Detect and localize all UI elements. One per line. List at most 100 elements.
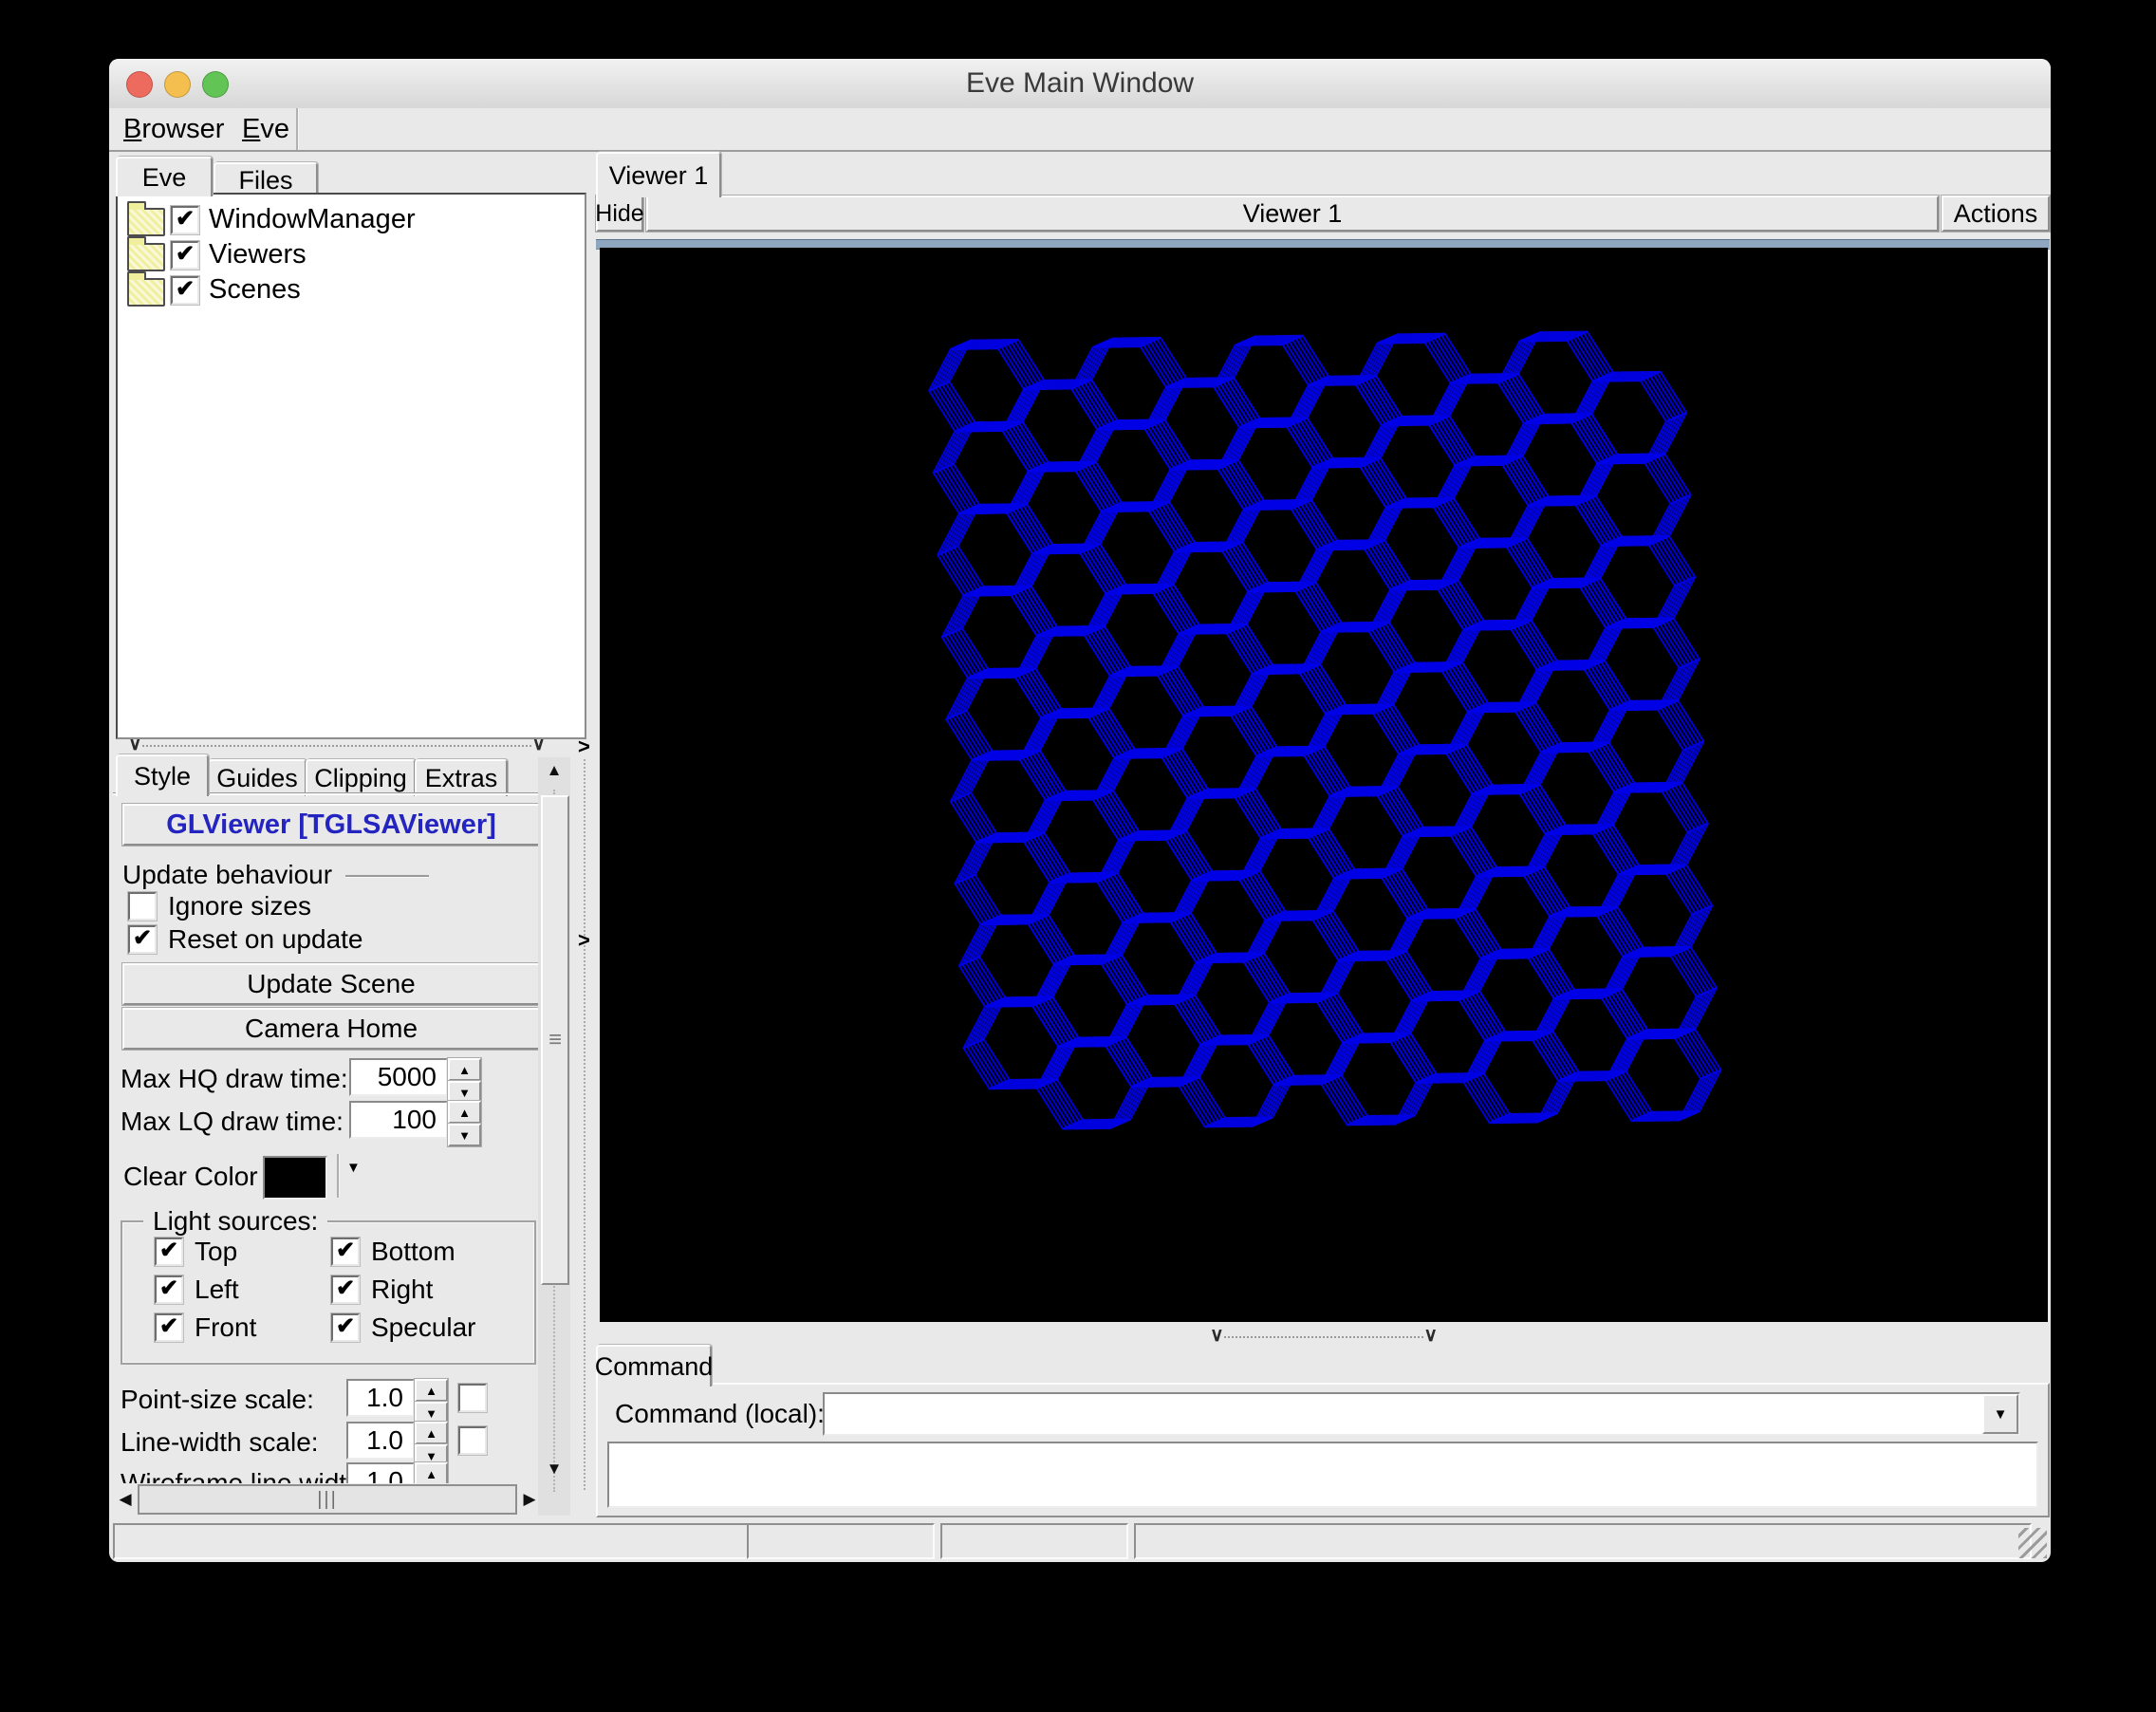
- viewer-horizontal-splitter[interactable]: ∨ ∨: [1210, 1325, 1438, 1346]
- command-output[interactable]: [607, 1442, 2038, 1508]
- tab-eve[interactable]: Eve: [116, 157, 213, 196]
- eve-main-window: Eve Main Window Browser Eve Eve Files ✔ …: [109, 59, 2051, 1562]
- clear-color-swatch[interactable]: [263, 1156, 327, 1200]
- spin-up-button[interactable]: ▲: [448, 1101, 481, 1124]
- tab-style[interactable]: Style: [116, 754, 209, 796]
- update-scene-button[interactable]: Update Scene: [122, 963, 540, 1005]
- tab-clipping-label: Clipping: [314, 764, 407, 792]
- tab-extras[interactable]: Extras: [415, 759, 508, 796]
- resize-grip[interactable]: [2018, 1528, 2047, 1558]
- tree-item-label: Viewers: [209, 239, 307, 270]
- point-size-input[interactable]: 1.0: [346, 1379, 415, 1417]
- line-width-input[interactable]: 1.0: [346, 1422, 415, 1460]
- spin-up-button[interactable]: ▲: [448, 1058, 481, 1081]
- max-hq-spinner: ▲ ▼: [448, 1058, 481, 1104]
- tab-command[interactable]: Command: [594, 1345, 714, 1386]
- light-right-checkbox[interactable]: ✔: [331, 1275, 360, 1304]
- light-front-checkbox[interactable]: ✔: [155, 1313, 183, 1342]
- vscroll-thumb[interactable]: ≡: [541, 795, 569, 1285]
- menu-browser[interactable]: Browser: [123, 108, 224, 150]
- command-local-label: Command (local):: [615, 1399, 825, 1428]
- light-bottom-checkbox[interactable]: ✔: [331, 1237, 360, 1266]
- glviewer-link-button[interactable]: GLViewer [TGLSAViewer]: [122, 804, 540, 846]
- line-width-checkbox[interactable]: [458, 1426, 487, 1455]
- tab-viewer1[interactable]: Viewer 1: [596, 152, 721, 197]
- max-lq-input[interactable]: 100: [349, 1101, 448, 1139]
- scroll-left-icon[interactable]: ◀: [113, 1490, 138, 1509]
- splitter-dots: [141, 745, 532, 754]
- tab-clipping[interactable]: Clipping: [306, 759, 416, 796]
- scroll-down-icon[interactable]: ▼: [538, 1460, 570, 1479]
- spin-up-button[interactable]: ▲: [415, 1422, 448, 1444]
- max-hq-label: Max HQ draw time:: [121, 1064, 348, 1093]
- spin-up-button[interactable]: ▲: [415, 1379, 448, 1402]
- point-size-checkbox[interactable]: [458, 1384, 487, 1412]
- hide-button[interactable]: Hide: [595, 195, 644, 232]
- light-sources-group: Light sources: ✔ Top ✔ Bottom ✔ Left ✔ R…: [121, 1206, 536, 1365]
- status-segment: [747, 1523, 935, 1559]
- tab-extras-label: Extras: [424, 764, 498, 792]
- style-panel-hscrollbar[interactable]: ◀ ||| ▶: [113, 1483, 542, 1516]
- ignore-sizes-checkbox[interactable]: [128, 892, 157, 921]
- hscroll-thumb[interactable]: |||: [138, 1484, 517, 1515]
- viewer-toolbar: Hide Viewer 1 Actions: [595, 195, 2050, 235]
- light-top-checkbox[interactable]: ✔: [155, 1237, 183, 1266]
- light-right-label: Right: [371, 1275, 434, 1304]
- reset-on-update-label: Reset on update: [168, 924, 363, 954]
- tree-checkbox[interactable]: ✔: [171, 276, 199, 305]
- point-size-label: Point-size scale:: [121, 1385, 314, 1414]
- status-segment: [940, 1523, 1128, 1559]
- combo-dropdown-button[interactable]: ▼: [1982, 1394, 2018, 1434]
- tree-item-label: Scenes: [209, 274, 301, 305]
- eve-tree-list[interactable]: ✔ WindowManager ✔ Viewers ✔ Scenes: [116, 193, 586, 739]
- tab-style-label: Style: [133, 761, 192, 791]
- light-specular-checkbox[interactable]: ✔: [331, 1313, 360, 1342]
- light-top-label: Top: [195, 1237, 238, 1266]
- tab-command-label: Command: [594, 1351, 714, 1381]
- tree-checkbox[interactable]: ✔: [171, 206, 199, 234]
- actions-button[interactable]: Actions: [1942, 195, 2050, 232]
- light-left-label: Left: [195, 1275, 239, 1304]
- spin-up-button[interactable]: ▲: [415, 1462, 448, 1485]
- tree-row-windowmanager[interactable]: ✔ WindowManager: [118, 201, 585, 236]
- chevron-down-icon: ∨: [1423, 1325, 1438, 1346]
- main-vertical-splitter[interactable]: > >: [576, 735, 593, 1516]
- light-left-checkbox[interactable]: ✔: [155, 1275, 183, 1304]
- light-specular-label: Specular: [371, 1312, 476, 1342]
- tab-files-label: Files: [238, 165, 293, 195]
- tree-item-label: WindowManager: [209, 204, 416, 234]
- style-panel-vscrollbar[interactable]: ▲ ≡ ▼: [538, 757, 570, 1516]
- light-sources-title: Light sources:: [143, 1206, 328, 1237]
- tab-eve-label: Eve: [141, 162, 187, 192]
- heading-rule: [345, 875, 430, 878]
- command-input[interactable]: [825, 1394, 1982, 1434]
- tree-row-viewers[interactable]: ✔ Viewers: [118, 236, 585, 271]
- line-width-spinner: ▲ ▼: [415, 1422, 448, 1467]
- line-width-label: Line-width scale:: [121, 1427, 319, 1457]
- tab-guides[interactable]: Guides: [208, 759, 307, 796]
- clear-color-label: Clear Color: [123, 1162, 258, 1191]
- scroll-up-icon[interactable]: ▲: [538, 761, 570, 780]
- folder-icon: [127, 236, 165, 271]
- window-title: Eve Main Window: [965, 67, 1195, 99]
- point-size-spinner: ▲ ▼: [415, 1379, 448, 1424]
- camera-home-button[interactable]: Camera Home: [122, 1008, 540, 1050]
- title-bar[interactable]: Eve Main Window: [109, 59, 2051, 109]
- menu-eve[interactable]: Eve: [242, 108, 289, 150]
- light-front-label: Front: [195, 1312, 257, 1342]
- tab-guides-label: Guides: [216, 764, 298, 792]
- spin-down-button[interactable]: ▼: [448, 1124, 481, 1146]
- chevron-down-icon: ∨: [1210, 1325, 1224, 1346]
- tree-checkbox[interactable]: ✔: [171, 241, 199, 270]
- viewer-title-bar[interactable]: Viewer 1: [646, 195, 1939, 232]
- tree-row-scenes[interactable]: ✔ Scenes: [118, 271, 585, 307]
- tab-viewer1-label: Viewer 1: [608, 160, 709, 190]
- splitter-dots: [584, 759, 587, 1490]
- update-behaviour-label: Update behaviour: [122, 860, 333, 889]
- honeycomb-structure: [927, 330, 1722, 1130]
- gl-viewport[interactable]: [600, 248, 2048, 1322]
- color-dropdown-arrow[interactable]: ▼: [346, 1160, 361, 1176]
- max-hq-input[interactable]: 5000: [349, 1058, 448, 1096]
- reset-on-update-checkbox[interactable]: ✔: [128, 925, 157, 954]
- tab-files[interactable]: Files: [214, 162, 318, 196]
